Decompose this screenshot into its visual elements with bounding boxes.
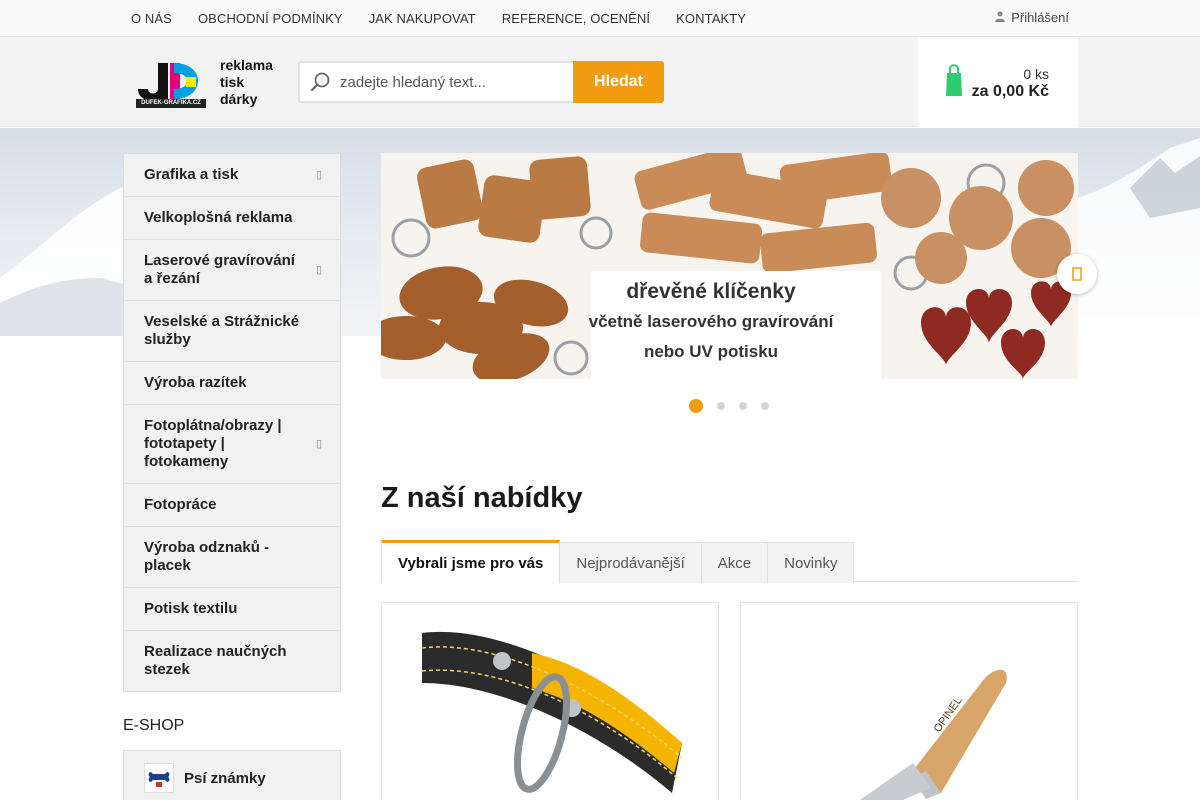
banner-line-1: dřevěné klíčenky [626,280,796,303]
tab-vybrali-jsme[interactable]: Vybrali jsme pro vás [381,540,561,583]
login-link[interactable]: Přihlášení [995,10,1069,25]
sidebar-item-label: Grafika a tisk [144,166,239,183]
sidebar-item-label: Fotoplátna/obrazy | fototapety | fotokam… [144,417,282,470]
tab-nejprodavanejsi[interactable]: Nejprodávanější [559,542,702,583]
cart[interactable]: 0 ks za 0,00 Kč [918,37,1078,127]
sidebar-item-label: Výroba razítek [144,374,247,391]
nav-link-obchodni-podminky[interactable]: OBCHODNÍ PODMÍNKY [198,11,343,26]
sidebar-item-label: Velkoplošná reklama [144,209,293,226]
sidebar-item-label: Potisk textilu [144,600,238,617]
eshop-list: Psí známky [123,750,341,800]
nav-link-kontakty[interactable]: KONTAKTY [676,11,746,26]
cart-icon [946,64,962,96]
sidebar-item-fotoprace[interactable]: Fotopráce [124,484,340,527]
banner-line-2: včetně laserového gravírování [588,312,834,331]
offer-tabs: Vybrali jsme pro vás Nejprodávanější Akc… [381,540,1078,583]
chevron-right-icon: ▯ [315,169,322,181]
sidebar-item-label: Fotopráce [144,496,217,513]
eshop-item-psi-znamky[interactable]: Psí známky [124,751,340,800]
banner-line-3: nebo UV potisku [643,342,779,361]
dog-tag-icon [144,763,174,793]
banner-caption: dřevěné klíčenky včetně laserového graví… [541,277,881,367]
chevron-right-icon [1072,267,1082,281]
nav-link-reference[interactable]: REFERENCE, OCENĚNÍ [502,11,650,26]
logo-line: tisk [220,74,245,90]
logo[interactable]: DUFEK-GRAFIKA.CZ reklama tisk dárky [136,57,286,109]
sidebar-item-veselske-sluzby[interactable]: Veselské a Strážnické služby [124,301,340,362]
logo-line: dárky [220,91,258,107]
sidebar-item-naucne-stezky[interactable]: Realizace naučných stezek [124,631,340,691]
product-card[interactable] [381,602,719,800]
cart-total: za 0,00 Kč [971,83,1049,100]
sidebar-item-velkoplosna-reklama[interactable]: Velkoplošná reklama [124,197,340,240]
carousel-indicators [689,399,773,413]
nav-link-jak-nakupovat[interactable]: JAK NAKUPOVAT [369,11,476,26]
nav-link-o-nas[interactable]: O NÁS [131,11,172,26]
eshop-item-label: Psí známky [184,769,266,787]
sidebar-item-laserove-gravirovani[interactable]: Laserové gravírování a řezání ▯ [124,240,340,301]
tab-akce[interactable]: Akce [700,542,769,583]
search-bar: Hledat [298,61,664,103]
sidebar-item-potisk-textilu[interactable]: Potisk textilu [124,588,340,631]
logo-tagline: reklama tisk dárky [220,57,273,108]
tab-novinky[interactable]: Novinky [767,542,855,583]
sidebar-item-label: Laserové gravírování a řezání [144,252,295,287]
product-card[interactable]: OPINEL [740,602,1078,800]
chevron-right-icon: ▯ [315,438,322,450]
category-sidebar: Grafika a tisk ▯ Velkoplošná reklama Las… [123,153,341,692]
promo-banner[interactable]: dřevěné klíčenky včetně laserového graví… [381,153,1078,379]
sidebar-item-label: Realizace naučných stezek [144,643,287,678]
top-nav: O NÁS OBCHODNÍ PODMÍNKY JAK NAKUPOVAT RE… [131,0,772,36]
carousel-dot[interactable] [717,402,725,410]
sidebar-item-fotoplatna[interactable]: Fotoplátna/obrazy | fototapety | fotokam… [124,405,340,484]
header: DUFEK-GRAFIKA.CZ reklama tisk dárky Hled… [0,37,1200,127]
search-icon [300,71,340,93]
top-bar: O NÁS OBCHODNÍ PODMÍNKY JAK NAKUPOVAT RE… [0,0,1200,37]
sidebar-item-vyroba-odznaku[interactable]: Výroba odznaků - placek [124,527,340,588]
carousel-next-button[interactable] [1057,254,1097,294]
login-label: Přihlášení [1011,10,1069,25]
dog-collar-image [421,631,683,793]
carousel-dot[interactable] [739,402,747,410]
pocket-knife-image: OPINEL [859,669,1007,800]
sidebar-item-vyroba-razitek[interactable]: Výroba razítek [124,362,340,405]
search-input[interactable] [340,73,560,91]
cart-count: 0 ks [1023,66,1049,82]
sidebar-item-label: Veselské a Strážnické služby [144,313,300,348]
search-box [298,61,573,103]
sidebar-item-grafika-a-tisk[interactable]: Grafika a tisk ▯ [124,154,340,197]
eshop-heading: E-SHOP [123,717,185,734]
offers-heading: Z naší nabídky [381,482,583,514]
sidebar-item-label: Výroba odznaků - placek [144,539,270,574]
carousel-dot[interactable] [689,399,703,413]
user-icon [995,11,1006,25]
carousel-dot[interactable] [761,402,769,410]
logo-line: reklama [220,57,273,73]
chevron-right-icon: ▯ [315,264,322,276]
search-button[interactable]: Hledat [573,61,664,103]
logo-url: DUFEK-GRAFIKA.CZ [136,99,206,108]
